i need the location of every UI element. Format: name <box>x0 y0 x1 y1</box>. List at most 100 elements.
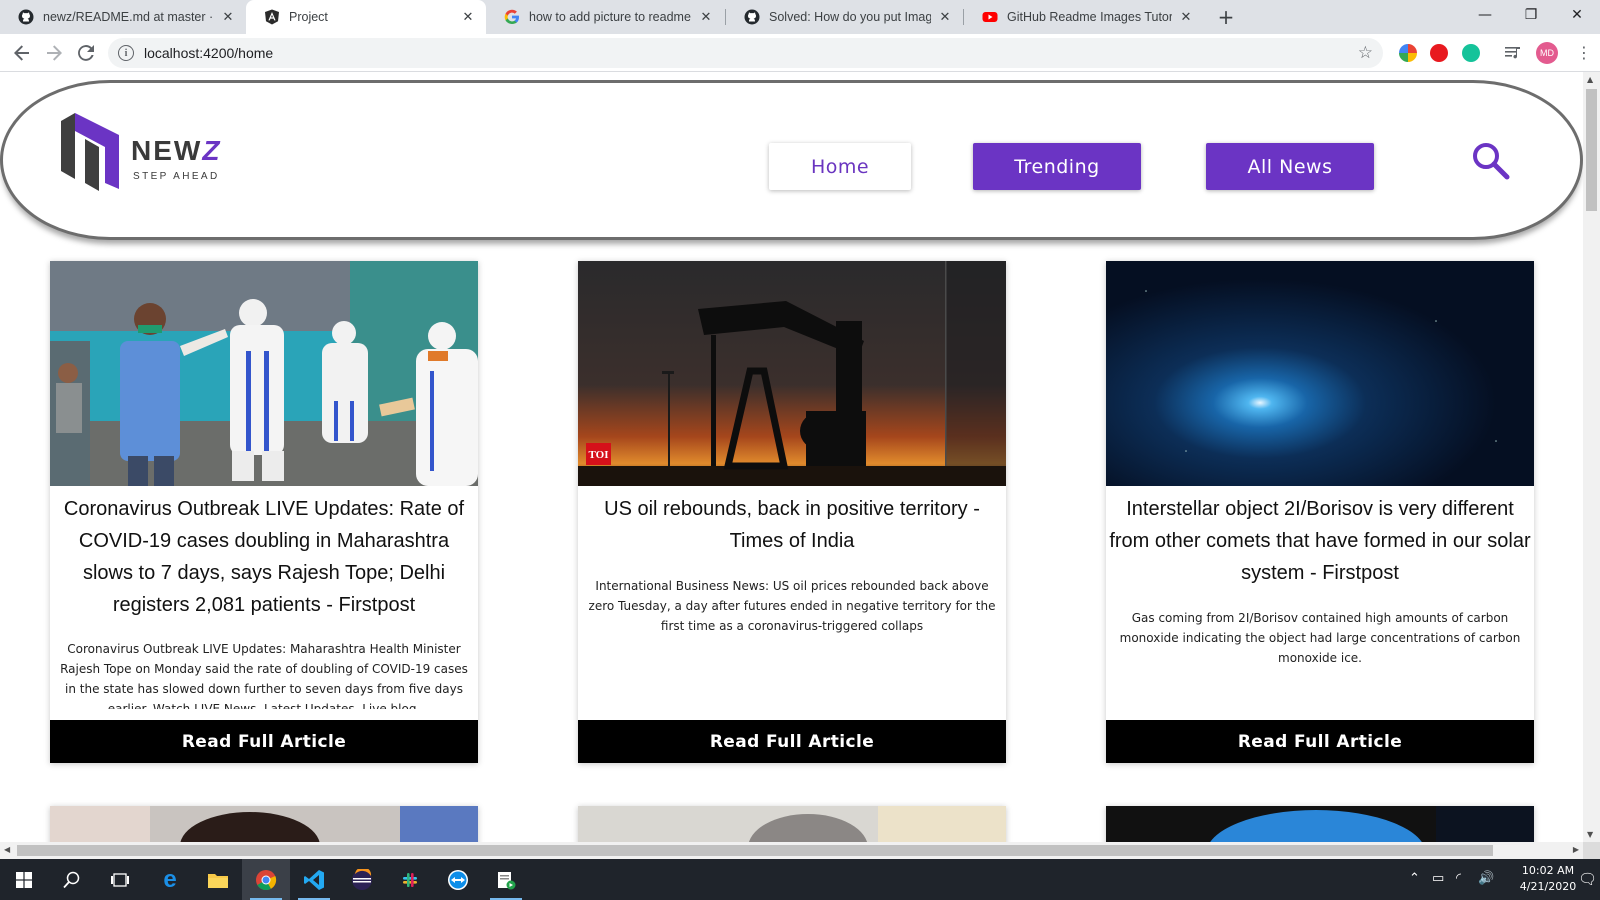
minimize-button[interactable]: — <box>1462 0 1508 30</box>
file-explorer-icon[interactable] <box>194 859 242 900</box>
edge-browser-icon[interactable]: e <box>146 859 194 900</box>
tab-youtube[interactable]: GitHub Readme Images Tutorial ✕ <box>964 0 1204 34</box>
logo-tagline: STEP AHEAD <box>133 171 220 182</box>
article-card <box>1106 806 1534 842</box>
address-bar[interactable]: i localhost:4200/home ☆ <box>108 38 1383 68</box>
opera-extension-icon[interactable] <box>1430 44 1448 62</box>
volume-icon[interactable]: 🔊 <box>1478 871 1494 886</box>
eclipse-icon[interactable] <box>338 859 386 900</box>
read-full-article-button[interactable]: Read Full Article <box>1106 720 1534 763</box>
browser-toolbar: i localhost:4200/home ☆ MD ⋮ <box>0 34 1600 72</box>
scrollbar-corner <box>1583 842 1600 859</box>
nav-home-button[interactable]: Home <box>769 143 911 190</box>
taskbar-clock[interactable]: 10:02 AM 4/21/2020 <box>1518 863 1578 895</box>
task-view-icon[interactable] <box>96 859 144 900</box>
back-button[interactable] <box>8 39 36 67</box>
read-full-article-button[interactable]: Read Full Article <box>578 720 1006 763</box>
close-icon[interactable]: ✕ <box>937 9 953 25</box>
slack-icon[interactable] <box>386 859 434 900</box>
article-title[interactable]: Coronavirus Outbreak LIVE Updates: Rate … <box>50 493 478 621</box>
article-title[interactable]: US oil rebounds, back in positive territ… <box>578 493 1006 557</box>
scrollbar-thumb[interactable] <box>1586 89 1597 211</box>
forward-button[interactable] <box>40 39 68 67</box>
notifications-icon[interactable]: 🗨 <box>1578 870 1597 888</box>
browser-tab-strip: newz/README.md at master · sh ✕ Project … <box>0 0 1600 34</box>
google-icon <box>504 9 520 25</box>
battery-icon[interactable]: ▭ <box>1432 871 1444 886</box>
logo-mark-icon <box>61 113 119 191</box>
scroll-down-icon[interactable]: ▼ <box>1587 830 1593 839</box>
tab-project[interactable]: Project ✕ <box>246 0 486 34</box>
youtube-icon <box>982 9 998 25</box>
clock-date: 4/21/2020 <box>1519 880 1577 893</box>
article-image[interactable] <box>1106 261 1534 486</box>
article-description: Coronavirus Outbreak LIVE Updates: Mahar… <box>60 642 468 709</box>
close-icon[interactable]: ✕ <box>220 9 236 25</box>
article-card: Interstellar object 2I/Borisov is very d… <box>1106 261 1534 763</box>
window-close-button[interactable]: ✕ <box>1554 0 1600 30</box>
article-card <box>578 806 1006 842</box>
tab-github-readme[interactable]: newz/README.md at master · sh ✕ <box>0 0 246 34</box>
teamviewer-icon[interactable] <box>434 859 482 900</box>
horizontal-scrollbar[interactable]: ◀ ▶ <box>0 842 1583 859</box>
github-icon <box>744 9 760 25</box>
show-hidden-icons-icon[interactable]: ⌃ <box>1409 871 1420 886</box>
scrollbar-thumb[interactable] <box>17 845 1493 856</box>
article-description: International Business News: US oil pric… <box>588 579 996 633</box>
article-image[interactable]: TOI <box>578 261 1006 486</box>
page-viewport: NEWZ STEP AHEAD Home Trending All News C… <box>0 72 1583 842</box>
grammarly-extension-icon[interactable] <box>1462 44 1480 62</box>
tab-title: Solved: How do you put Images <box>769 10 931 24</box>
info-icon[interactable]: i <box>118 45 134 61</box>
arrow-left-icon <box>14 45 29 61</box>
media-app-icon[interactable] <box>482 859 530 900</box>
restore-button[interactable]: ❐ <box>1508 0 1554 30</box>
article-image[interactable] <box>50 806 478 842</box>
clock-time: 10:02 AM <box>1521 864 1575 877</box>
scroll-up-icon[interactable]: ▲ <box>1587 75 1593 84</box>
bookmark-star-icon[interactable]: ☆ <box>1358 43 1373 63</box>
tab-github-solved[interactable]: Solved: How do you put Images ✕ <box>726 0 963 34</box>
image-badge: TOI <box>589 449 609 461</box>
vscode-icon[interactable] <box>290 859 338 900</box>
nav-all-news-button[interactable]: All News <box>1206 143 1374 190</box>
close-icon[interactable]: ✕ <box>698 9 714 25</box>
scroll-right-icon[interactable]: ▶ <box>1573 845 1579 854</box>
angular-icon <box>264 9 280 25</box>
article-image[interactable] <box>1106 806 1534 842</box>
close-icon[interactable]: ✕ <box>1178 9 1194 25</box>
tab-title: Project <box>289 10 328 24</box>
windows-taskbar: e ⌃ ▭ ◜ 🔊 10:02 AM 4/21/2020 🗨 <box>0 859 1600 900</box>
menu-kebab-icon[interactable]: ⋮ <box>1576 43 1592 62</box>
search-icon[interactable] <box>1471 141 1511 181</box>
windows-start-icon[interactable] <box>0 859 48 900</box>
article-card: TOI US oil rebounds, back in positive te… <box>578 261 1006 763</box>
scroll-left-icon[interactable]: ◀ <box>4 845 10 854</box>
read-full-article-button[interactable]: Read Full Article <box>50 720 478 763</box>
search-icon[interactable] <box>48 859 96 900</box>
media-control-icon[interactable] <box>1504 43 1522 61</box>
article-image[interactable] <box>50 261 478 486</box>
nav-trending-button[interactable]: Trending <box>973 143 1141 190</box>
article-image[interactable] <box>578 806 1006 842</box>
site-logo[interactable]: NEWZ STEP AHEAD <box>61 113 251 193</box>
tab-google-search[interactable]: how to add picture to readme gi ✕ <box>486 0 724 34</box>
wifi-icon[interactable]: ◜ <box>1456 871 1461 886</box>
reload-button[interactable] <box>72 39 100 67</box>
close-icon[interactable]: ✕ <box>460 9 476 25</box>
github-icon <box>18 9 34 25</box>
logo-wordmark: NEWZ <box>131 135 222 166</box>
site-header: NEWZ STEP AHEAD Home Trending All News <box>0 80 1583 240</box>
chrome-taskbar-icon[interactable] <box>242 859 290 900</box>
article-card <box>50 806 478 842</box>
url-text: localhost:4200/home <box>144 45 274 61</box>
chrome-extension-icon[interactable] <box>1399 44 1417 62</box>
arrow-right-icon <box>47 45 62 61</box>
article-title[interactable]: Interstellar object 2I/Borisov is very d… <box>1106 493 1534 589</box>
profile-avatar[interactable]: MD <box>1536 42 1558 64</box>
new-tab-button[interactable]: + <box>1214 5 1238 29</box>
article-card: Coronavirus Outbreak LIVE Updates: Rate … <box>50 261 478 763</box>
tab-title: how to add picture to readme gi <box>529 10 692 24</box>
tab-title: newz/README.md at master · sh <box>43 10 214 24</box>
vertical-scrollbar[interactable]: ▲ ▼ <box>1583 72 1600 842</box>
